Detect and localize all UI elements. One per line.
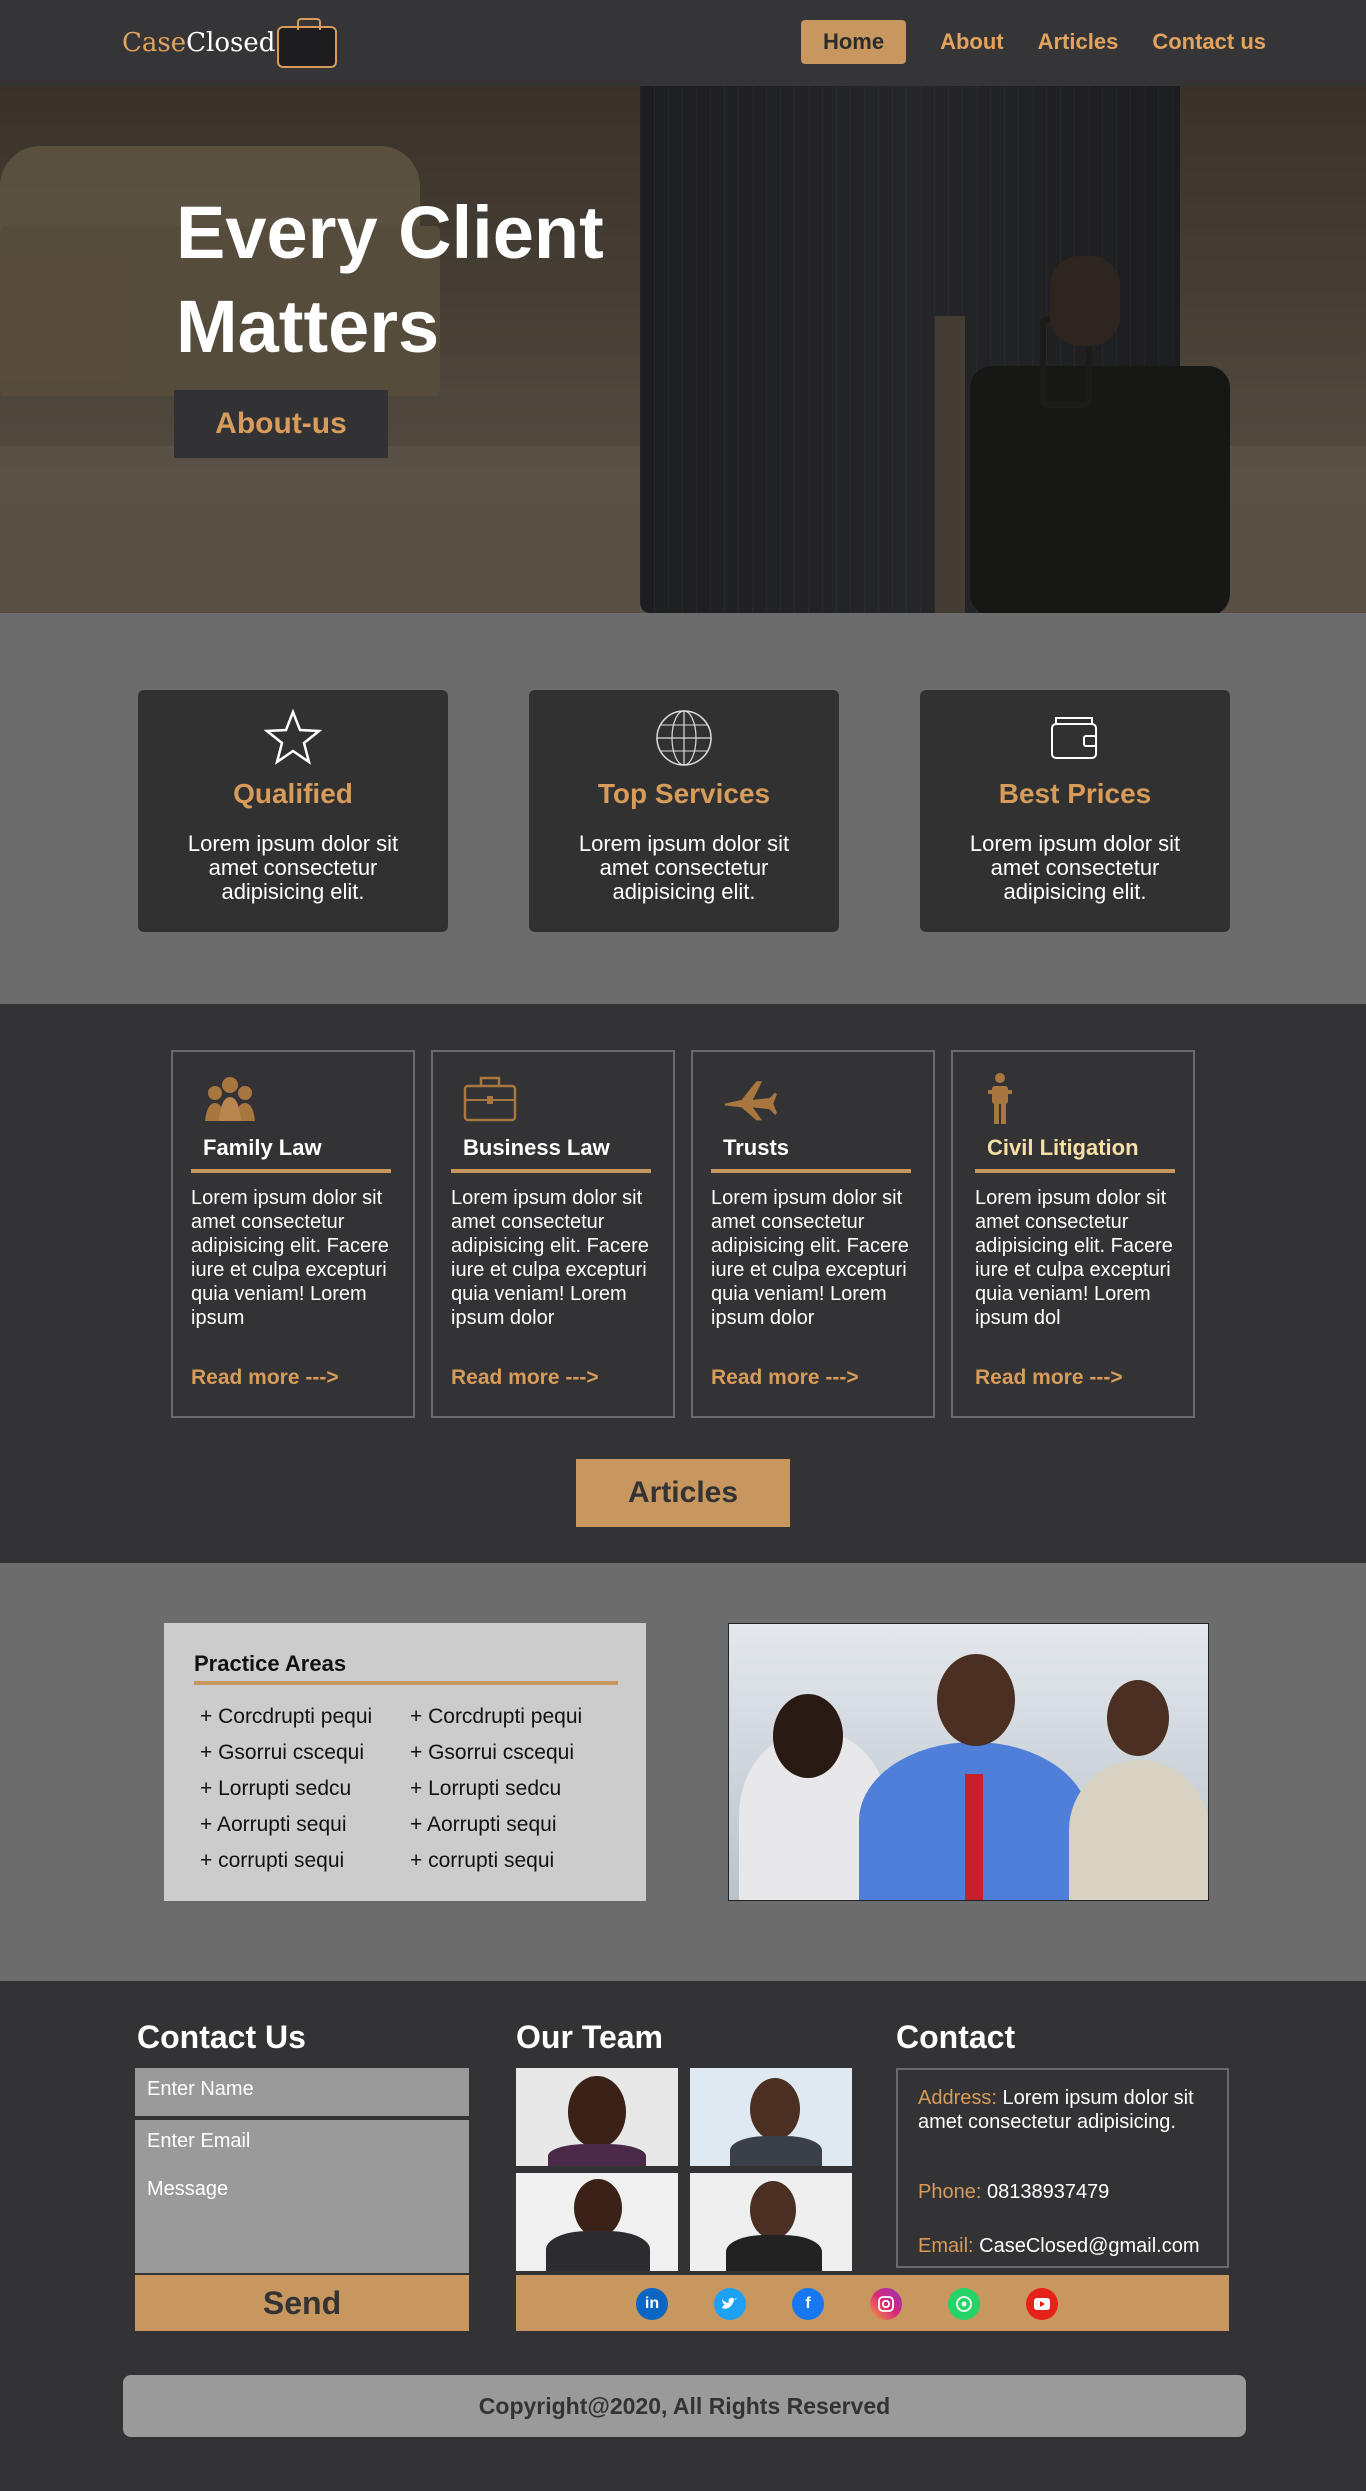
whatsapp-icon[interactable]	[948, 2288, 980, 2320]
team-photo-4	[690, 2173, 852, 2271]
instagram-icon[interactable]	[870, 2288, 902, 2320]
list-item: + Gsorrui cscequi	[410, 1741, 574, 1764]
list-item: + corrupti sequi	[410, 1849, 555, 1872]
feature-card-qualified: Qualified Lorem ipsum dolor sit amet con…	[138, 690, 448, 932]
hero-section: Every Client Matters About-us	[0, 86, 1366, 613]
read-more-link[interactable]: Read more --->	[975, 1366, 1123, 1390]
feature-text: Lorem ipsum dolor sit amet consectetur a…	[187, 831, 399, 904]
list-item: + Corcdrupti pequi	[410, 1705, 583, 1728]
practice-card-text: Lorem ipsum dolor sit amet consectetur a…	[711, 1187, 909, 1329]
team-photo-2	[690, 2068, 852, 2166]
linkedin-icon[interactable]: in	[636, 2288, 668, 2320]
photo-man-center-head	[937, 1654, 1015, 1746]
practice-card-business-law: Business Law Lorem ipsum dolor sit amet …	[431, 1050, 675, 1418]
practice-areas-title: Practice Areas	[194, 1651, 347, 1676]
nav-about[interactable]: About	[940, 29, 1004, 55]
practice-card-title: Trusts	[723, 1135, 790, 1160]
logo-text-case: Case	[122, 28, 187, 58]
send-button[interactable]: Send	[135, 2275, 469, 2331]
feature-text: Lorem ipsum dolor sit amet consectetur a…	[578, 831, 790, 904]
star-icon	[263, 708, 323, 768]
list-item: + Lorrupti sedcu	[200, 1777, 352, 1800]
about-us-button[interactable]: About-us	[174, 390, 388, 458]
copyright-bar: Copyright@2020, All Rights Reserved	[123, 2375, 1246, 2437]
practice-card-family-law: Family Law Lorem ipsum dolor sit amet co…	[171, 1050, 415, 1418]
nav-contact-us[interactable]: Contact us	[1152, 29, 1266, 55]
practice-areas-column-1: + Corcdrupti pequi + Gsorrui cscequi + L…	[200, 1699, 410, 1879]
practice-card-trusts: Trusts Lorem ipsum dolor sit amet consec…	[691, 1050, 935, 1418]
read-more-link[interactable]: Read more --->	[711, 1366, 859, 1390]
list-item: + Aorrupti sequi	[200, 1813, 347, 1836]
practice-areas-column-2: + Corcdrupti pequi + Gsorrui cscequi + L…	[410, 1699, 620, 1879]
twitter-icon[interactable]	[714, 2288, 746, 2320]
contact-info-box: Address: Lorem ipsum dolor sit amet cons…	[896, 2068, 1229, 2268]
contact-us-heading: Contact Us	[137, 2019, 306, 2055]
contact-email: Email: CaseClosed@gmail.com	[918, 2235, 1200, 2257]
photo-man-right	[1069, 1760, 1208, 1900]
contact-phone: Phone: 08138937479	[918, 2181, 1110, 2203]
feature-title: Best Prices	[998, 778, 1152, 809]
airplane-icon	[723, 1072, 777, 1126]
top-nav: CaseClosed Home About Articles Contact u…	[0, 0, 1366, 86]
photo-man-right-head	[1107, 1680, 1169, 1756]
title-underline	[975, 1169, 1175, 1173]
practice-card-title: Civil Litigation	[987, 1135, 1139, 1160]
feature-title: Top Services	[597, 778, 771, 809]
practice-card-text: Lorem ipsum dolor sit amet consectetur a…	[975, 1187, 1173, 1329]
briefcase-icon	[463, 1072, 517, 1126]
practice-areas-box: Practice Areas + Corcdrupti pequi + Gsor…	[164, 1623, 646, 1901]
hero-title: Every Client Matters	[176, 191, 604, 368]
feature-text: Lorem ipsum dolor sit amet consectetur a…	[969, 831, 1181, 904]
feature-card-best-prices: Best Prices Lorem ipsum dolor sit amet c…	[920, 690, 1230, 932]
message-field[interactable]: Message	[135, 2168, 469, 2275]
nav-articles[interactable]: Articles	[1038, 29, 1119, 55]
briefcase-logo-icon	[277, 18, 338, 68]
title-underline	[451, 1169, 651, 1173]
title-underline	[711, 1169, 911, 1173]
articles-button[interactable]: Articles	[576, 1459, 790, 1527]
practice-card-civil-litigation: Civil Litigation Lorem ipsum dolor sit a…	[951, 1050, 1195, 1418]
social-bar: in f	[516, 2275, 1229, 2331]
logo[interactable]: CaseClosed	[122, 18, 338, 68]
name-field[interactable]: Enter Name	[135, 2068, 469, 2118]
list-item: + Aorrupti sequi	[410, 1813, 557, 1836]
globe-icon	[654, 708, 714, 768]
practice-section: Family Law Lorem ipsum dolor sit amet co…	[0, 1004, 1366, 1563]
read-more-link[interactable]: Read more --->	[451, 1366, 599, 1390]
team-photo-1	[516, 2068, 678, 2166]
family-icon	[203, 1072, 257, 1126]
contact-heading: Contact	[896, 2019, 1016, 2055]
wallet-icon	[1045, 708, 1105, 768]
practice-card-title: Family Law	[203, 1135, 322, 1160]
footer: Contact Us Enter Name Enter Email Messag…	[0, 1981, 1366, 2491]
nav-links: Home About Articles Contact us	[800, 20, 1266, 64]
photo-woman-head	[773, 1694, 843, 1778]
practice-areas-section: Practice Areas + Corcdrupti pequi + Gsor…	[0, 1563, 1366, 1981]
list-item: + Gsorrui cscequi	[200, 1741, 364, 1764]
team-photo-3	[516, 2173, 678, 2271]
nav-home[interactable]: Home	[800, 20, 907, 64]
practice-card-text: Lorem ipsum dolor sit amet consectetur a…	[451, 1187, 649, 1329]
our-team-heading: Our Team	[516, 2019, 663, 2055]
contact-address: Address: Lorem ipsum dolor sit amet cons…	[918, 2087, 1194, 2133]
person-icon	[973, 1072, 1027, 1126]
facebook-icon[interactable]: f	[792, 2288, 824, 2320]
email-field[interactable]: Enter Email	[135, 2120, 469, 2172]
title-underline	[191, 1169, 391, 1173]
practice-card-text: Lorem ipsum dolor sit amet consectetur a…	[191, 1187, 389, 1329]
list-item: + Lorrupti sedcu	[410, 1777, 562, 1800]
logo-text-closed: Closed	[186, 28, 276, 58]
photo-red-tie	[965, 1774, 983, 1900]
feature-card-top-services: Top Services Lorem ipsum dolor sit amet …	[529, 690, 839, 932]
title-underline	[194, 1681, 618, 1685]
list-item: + corrupti sequi	[200, 1849, 345, 1872]
practice-card-title: Business Law	[463, 1135, 610, 1160]
read-more-link[interactable]: Read more --->	[191, 1366, 339, 1390]
features-section: Qualified Lorem ipsum dolor sit amet con…	[0, 613, 1366, 1004]
youtube-icon[interactable]	[1026, 2288, 1058, 2320]
feature-title: Qualified	[233, 778, 353, 809]
list-item: + Corcdrupti pequi	[200, 1705, 373, 1728]
team-group-photo	[728, 1623, 1209, 1901]
